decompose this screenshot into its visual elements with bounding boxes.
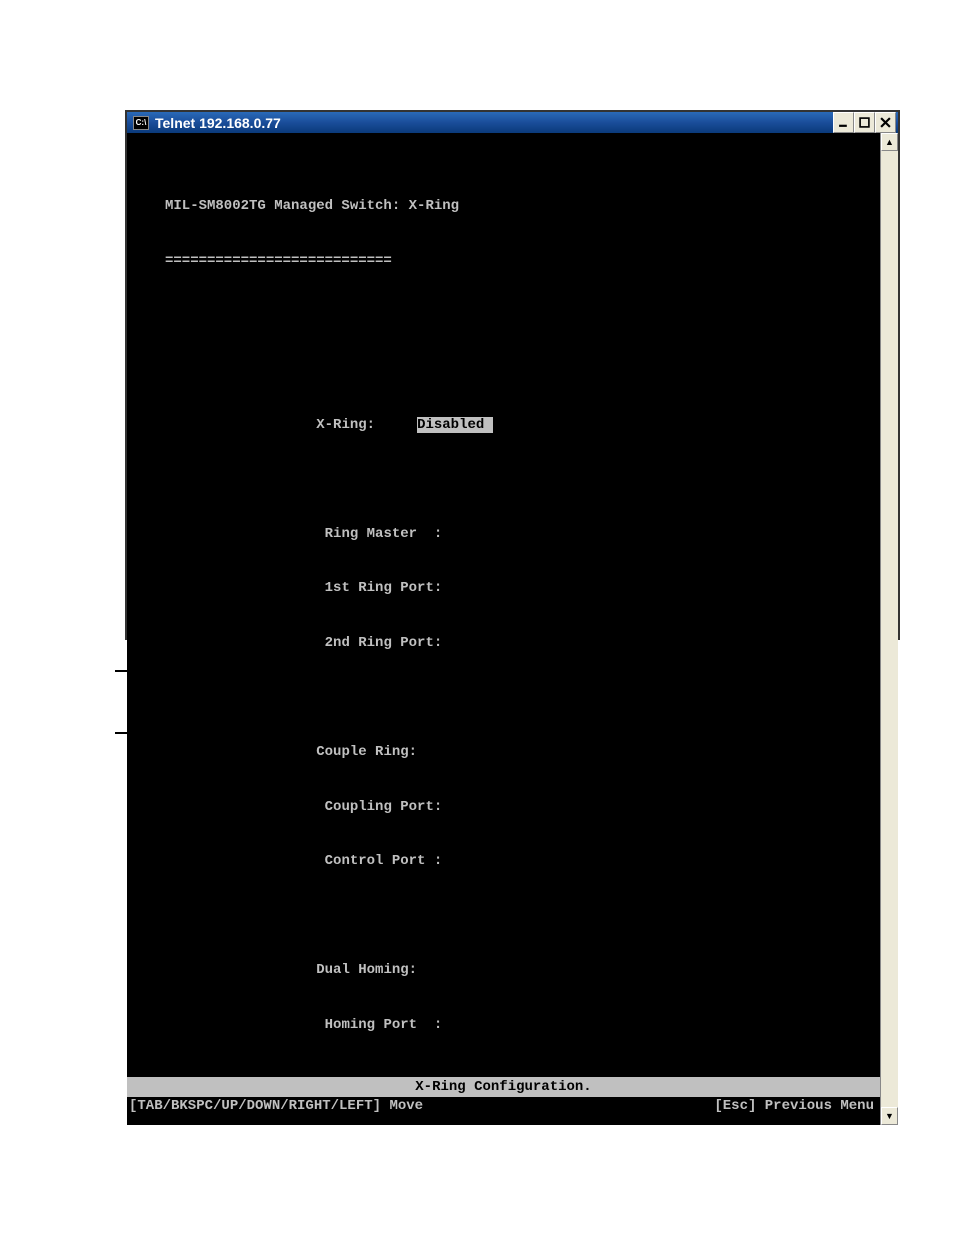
minimize-button[interactable] — [833, 112, 854, 133]
telnet-window: C:\ Telnet 192.168.0.77 MIL-SM8002TG Man… — [125, 110, 900, 640]
xring-label: X-Ring: — [316, 417, 375, 433]
ring-master-field: Ring Master : — [127, 525, 880, 543]
status-hint: X-Ring Configuration. — [127, 1077, 880, 1097]
nav-esc: [Esc] Previous Menu — [714, 1097, 874, 1115]
nav-hints: [TAB/BKSPC/UP/DOWN/RIGHT/LEFT] Move [Esc… — [127, 1097, 880, 1115]
terminal-header: MIL-SM8002TG Managed Switch: X-Ring — [127, 197, 880, 215]
couple-ring-field: Couple Ring: — [127, 743, 880, 761]
homing-port-field: Homing Port : — [127, 1016, 880, 1034]
maximize-button[interactable] — [854, 112, 875, 133]
scroll-track[interactable] — [881, 151, 898, 1107]
scroll-down-button[interactable]: ▼ — [881, 1107, 898, 1125]
scroll-up-button[interactable]: ▲ — [881, 133, 898, 151]
nav-move: [TAB/BKSPC/UP/DOWN/RIGHT/LEFT] Move — [129, 1097, 423, 1115]
cmd-icon: C:\ — [133, 116, 149, 130]
terminal-divider: =========================== — [127, 252, 880, 270]
second-ring-port-field: 2nd Ring Port: — [127, 634, 880, 652]
coupling-port-field: Coupling Port: — [127, 798, 880, 816]
terminal-output[interactable]: MIL-SM8002TG Managed Switch: X-Ring ====… — [127, 133, 880, 1125]
window-title: Telnet 192.168.0.77 — [155, 115, 833, 131]
vertical-scrollbar[interactable]: ▲ ▼ — [880, 133, 898, 1125]
window-controls — [833, 112, 896, 133]
xring-value[interactable]: Disabled — [417, 417, 493, 433]
dual-homing-field: Dual Homing: — [127, 961, 880, 979]
xring-field: X-Ring: Disabled — [127, 416, 880, 434]
first-ring-port-field: 1st Ring Port: — [127, 579, 880, 597]
control-port-field: Control Port : — [127, 852, 880, 870]
titlebar[interactable]: C:\ Telnet 192.168.0.77 — [127, 112, 898, 133]
close-button[interactable] — [875, 112, 896, 133]
